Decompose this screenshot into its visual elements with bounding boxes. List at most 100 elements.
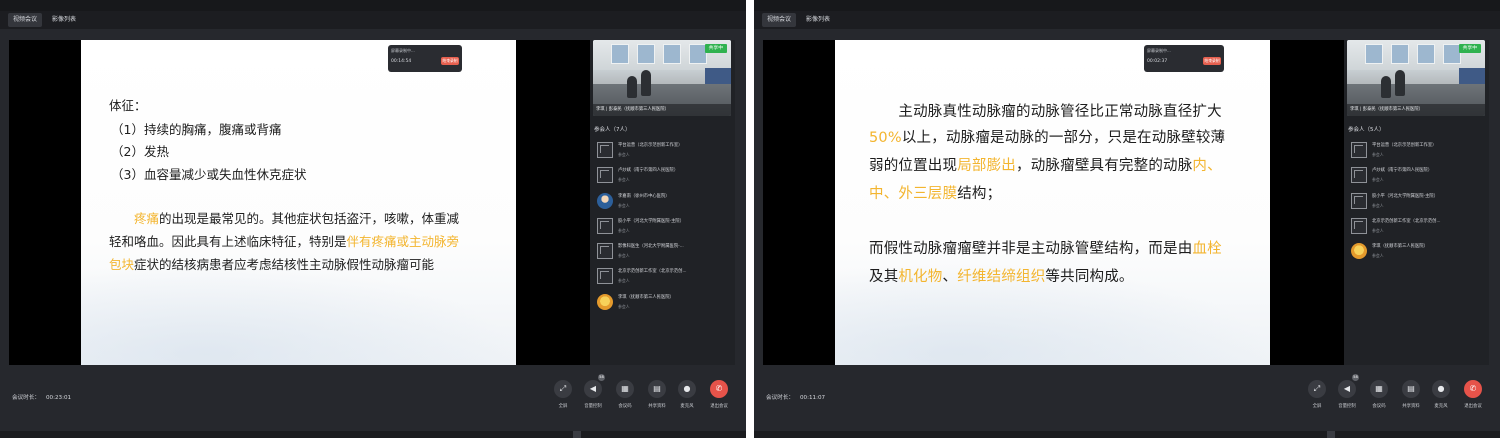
avatar [1351, 217, 1367, 234]
sharing-badge: 共享中 [1458, 44, 1481, 53]
recording-timer: 00:02:37 [1147, 59, 1168, 64]
participant-name: 胶小平（河北大学附属医院-主院） [618, 218, 685, 224]
participant-name: 平台运营（北京示范创新工作室） [1372, 143, 1437, 148]
participant-role: 参会人 [1372, 253, 1384, 259]
meeting-window-left: 视频会议 影像列表 体征： （1）持续的胸痛，腹痛或背痛 （2）发热 （3）血容… [0, 0, 746, 438]
grid-control[interactable]: ▦ 会议码 [610, 380, 640, 420]
document-icon[interactable]: ▤ [1402, 380, 1420, 398]
slide-line: 50%以上，动脉瘤是动脉的一部分，只是在动脉壁较薄 [869, 126, 1225, 147]
meeting-toolbar: 会议时长： 00:23:01 ⤢ 全屏 ◀ 58 音量控制 ▦ 会议码 ▤ 共享资料 ● 麦克风 ✆ 退出… [0, 365, 746, 438]
document-control[interactable]: ▤ 共享资料 [642, 380, 672, 420]
control-label: 退出会议 [710, 404, 728, 409]
grid-control[interactable]: ▦ 会议码 [1364, 380, 1394, 420]
volume-control[interactable]: ◀ 58 音量控制 [578, 374, 608, 420]
participant-name: 胶小平（河北大学附属医院-主院） [1372, 193, 1439, 199]
meeting-duration: 会议时长： 00:11:07 [766, 395, 826, 401]
highlighted-text: 包块 [109, 257, 135, 272]
slide-text: 症状的结核病患者应考虑结核性主动脉假性动脉瘤可能 [134, 257, 435, 272]
participant-item[interactable]: 平台运营（北京示范创新工作室） 参会人 [1351, 141, 1485, 166]
document-icon[interactable]: ▤ [648, 380, 666, 398]
taskbar-strip [0, 431, 746, 438]
stop-recording-button[interactable]: 结束录制 [1203, 57, 1221, 65]
participant-item[interactable]: 李琪（抚顺市第三人民医院） 参会人 [597, 293, 731, 318]
volume-level-badge: 58 [598, 374, 605, 381]
microphone-control[interactable]: ● 麦克风 [672, 380, 702, 420]
participant-item[interactable]: 卢炒斌（南宁市第四人民医院） 参会人 [597, 166, 731, 191]
participant-item[interactable]: 北京示范创新工作室（北京示范创... 参会人 [1351, 217, 1485, 242]
recording-title: 屏幕录制中... [1147, 48, 1171, 53]
window-titlebar [0, 0, 746, 11]
microphone-icon[interactable]: ● [678, 380, 696, 398]
slide-line: （1）持续的胸痛，腹痛或背痛 [111, 119, 281, 138]
window-titlebar [754, 0, 1500, 11]
fullscreen-control[interactable]: ⤢ 全屏 [548, 380, 578, 420]
slide-line: （3）血容量减少或失血性休克症状 [111, 164, 306, 183]
slide-line: 主动脉真性动脉瘤的动脉管径比正常动脉直径扩大 [869, 100, 1222, 121]
avatar [1351, 243, 1367, 260]
phone-hangup-control[interactable]: ✆ 退出会议 [704, 380, 734, 420]
tab-image-list[interactable]: 影像列表 [801, 13, 835, 27]
volume-icon[interactable]: ◀ [584, 380, 602, 398]
control-label: 退出会议 [1464, 404, 1482, 409]
presentation-slide: 主动脉真性动脉瘤的动脉管径比正常动脉直径扩大 50%以上，动脉瘤是动脉的一部分，… [835, 40, 1270, 365]
speaker-video[interactable]: 共享中 李琪 | 彭泰民（抚顺市第三人民医院） [593, 40, 731, 116]
participant-item[interactable]: 胶小平（河北大学附属医院-主院） 参会人 [1351, 192, 1485, 217]
grid-icon[interactable]: ▦ [1370, 380, 1388, 398]
slide-text: 等共同构成。 [1045, 269, 1134, 285]
participant-item[interactable]: 北京示范创新工作室（北京示范创... 参会人 [597, 267, 731, 292]
highlighted-text: 中、外三层膜 [869, 186, 958, 202]
phone-hangup-control[interactable]: ✆ 退出会议 [1458, 380, 1488, 420]
fullscreen-icon[interactable]: ⤢ [554, 380, 572, 398]
participant-item[interactable]: 胶小平（河北大学附属医院-主院） 参会人 [597, 217, 731, 242]
tab-video-meeting[interactable]: 视频会议 [762, 13, 797, 27]
phone-hangup-icon[interactable]: ✆ [710, 380, 728, 398]
participant-role: 参会人 [618, 278, 630, 284]
tab-video-meeting[interactable]: 视频会议 [8, 13, 43, 27]
document-control[interactable]: ▤ 共享资料 [1396, 380, 1426, 420]
slide-line: 包块症状的结核病患者应考虑结核性主动脉假性动脉瘤可能 [109, 254, 434, 273]
fullscreen-icon[interactable]: ⤢ [1308, 380, 1326, 398]
participant-name: 李嘉南（徐州市中心医院） [618, 193, 670, 199]
microphone-icon[interactable]: ● [1432, 380, 1450, 398]
taskbar-strip [754, 431, 1500, 438]
slide-text: 、 [942, 269, 958, 285]
participant-name: 北京示范创新工作室（北京示范创... [1372, 218, 1441, 224]
participant-item[interactable]: 影像科医生（河北大学附属医院-... 参会人 [597, 242, 731, 267]
microphone-control[interactable]: ● 麦克风 [1426, 380, 1456, 420]
grid-icon[interactable]: ▦ [616, 380, 634, 398]
avatar [1351, 167, 1367, 184]
recording-widget: 屏幕录制中... 00:14:54 结束录制 [388, 45, 462, 72]
participant-item[interactable]: 李嘉南（徐州市中心医院） 参会人 [597, 192, 731, 217]
slide-text: （1）持续的胸痛，腹痛或背痛 [111, 122, 282, 137]
volume-control[interactable]: ◀ 58 音量控制 [1332, 374, 1362, 420]
tab-bar: 视频会议 影像列表 [0, 11, 746, 29]
speaker-video[interactable]: 共享中 李琪 | 彭泰民（抚顺市第三人民医院） [1347, 40, 1485, 116]
slide-line: 及其机化物、纤维结缔组织等共同构成。 [869, 265, 1134, 286]
participant-list: 平台运营（北京示范创新工作室） 参会人 卢炒斌（南宁市第四人民医院） 参会人 李嘉南（徐… [597, 141, 731, 318]
presentation-slide: 体征： （1）持续的胸痛，腹痛或背痛 （2）发热 （3）血容量减少或失血性休克症… [81, 40, 516, 365]
recording-title: 屏幕录制中... [391, 48, 415, 53]
shared-screen-area: 体征： （1）持续的胸痛，腹痛或背痛 （2）发热 （3）血容量减少或失血性休克症… [9, 40, 590, 365]
participant-name: 影像科医生（河北大学附属医院-... [618, 244, 684, 250]
slide-text: 弱的位置出现 [869, 158, 958, 174]
side-panel: 共享中 李琪 | 彭泰民（抚顺市第三人民医院） 参会人（5人） 平台运营（北京示… [1344, 40, 1489, 365]
participant-role: 参会人 [618, 227, 630, 233]
participant-item[interactable]: 李琪（抚顺市第三人民医院） 参会人 [1351, 242, 1485, 267]
volume-icon[interactable]: ◀ [1338, 380, 1356, 398]
slide-text [109, 211, 134, 226]
slide-text: 主动脉真性动脉瘤的动脉管径比正常动脉直径扩大 [869, 104, 1222, 120]
participant-role: 参会人 [618, 303, 630, 309]
video-caption: 李琪 | 彭泰民（抚顺市第三人民医院） [593, 104, 731, 116]
fullscreen-control[interactable]: ⤢ 全屏 [1302, 380, 1332, 420]
participant-item[interactable]: 卢炒斌（南宁市第四人民医院） 参会人 [1351, 166, 1485, 191]
avatar [597, 217, 613, 234]
participant-item[interactable]: 平台运营（北京示范创新工作室） 参会人 [597, 141, 731, 166]
avatar [597, 243, 613, 260]
highlighted-text: 疼痛 [134, 211, 160, 226]
meeting-duration: 会议时长： 00:23:01 [12, 395, 72, 401]
slide-text: 结构； [957, 186, 1002, 202]
phone-hangup-icon[interactable]: ✆ [1464, 380, 1482, 398]
tab-image-list[interactable]: 影像列表 [47, 13, 81, 27]
stop-recording-button[interactable]: 结束录制 [441, 57, 459, 65]
highlighted-text: 伴有疼痛或主动脉旁 [346, 234, 460, 249]
